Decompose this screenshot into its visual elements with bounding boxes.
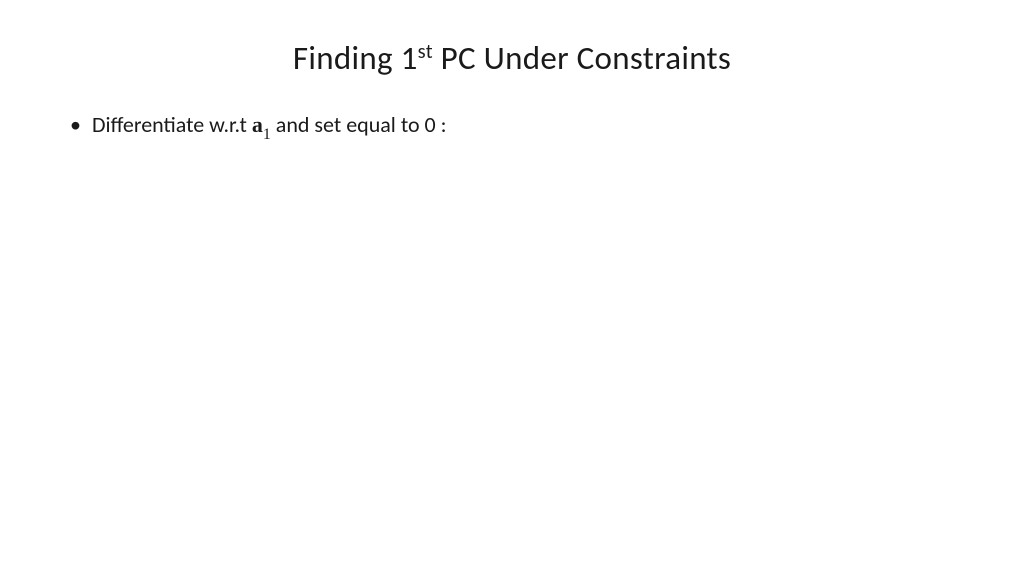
title-prefix: Finding 1 (293, 38, 418, 78)
title-superscript: st (418, 40, 433, 64)
bullet-list: Differentiate w.r.t a1 and set equal to … (70, 110, 954, 145)
bullet-text-after: and set equal to 0 : (271, 111, 447, 138)
bullet-item: Differentiate w.r.t a1 and set equal to … (70, 110, 954, 145)
bullet-text-before: Differentiate w.r.t (92, 111, 252, 138)
title-suffix: PC Under Constraints (433, 38, 731, 78)
slide-container: Finding 1st PC Under Constraints Differe… (0, 0, 1024, 576)
math-variable: a (252, 112, 263, 137)
math-subscript: 1 (263, 126, 271, 143)
slide-title: Finding 1st PC Under Constraints (70, 38, 954, 78)
